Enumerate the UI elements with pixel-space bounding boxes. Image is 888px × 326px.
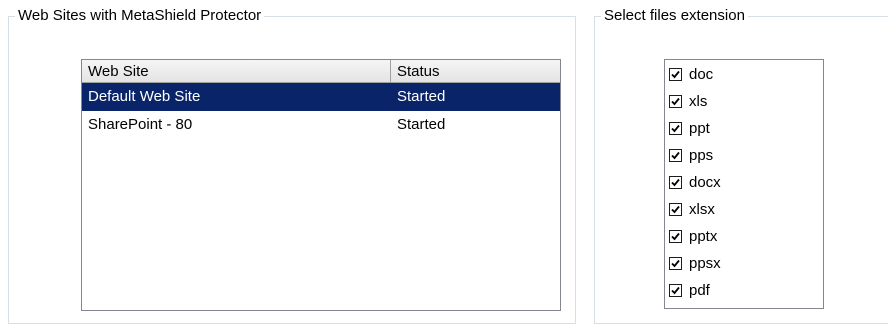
checkbox[interactable]: [669, 68, 682, 81]
checkmark-icon: [671, 259, 680, 268]
extension-item-xlsx[interactable]: xlsx: [665, 196, 823, 223]
extension-label: xls: [689, 93, 708, 110]
extension-label: pptx: [689, 228, 718, 245]
extension-item-pps[interactable]: pps: [665, 142, 823, 169]
web-sites-list[interactable]: Web Site Status Default Web Site Started…: [81, 59, 561, 311]
checkmark-icon: [671, 97, 680, 106]
web-sites-list-header: Web Site Status: [82, 60, 560, 83]
extension-label: xlsx: [689, 201, 715, 218]
extension-item-doc[interactable]: doc: [665, 61, 823, 88]
checkmark-icon: [671, 232, 680, 241]
table-row[interactable]: SharePoint - 80 Started: [82, 111, 560, 139]
extension-label: docx: [689, 174, 721, 191]
checkmark-icon: [671, 205, 680, 214]
web-sites-group-title: Web Sites with MetaShield Protector: [15, 7, 265, 25]
status-cell: Started: [397, 88, 446, 105]
extension-item-ppsx[interactable]: ppsx: [665, 250, 823, 277]
web-site-cell: Default Web Site: [88, 88, 201, 105]
extension-item-ppt[interactable]: ppt: [665, 115, 823, 142]
extension-label: doc: [689, 66, 714, 83]
column-header-status[interactable]: Status: [391, 60, 551, 82]
extension-item-pdf[interactable]: pdf: [665, 277, 823, 304]
checkmark-icon: [671, 70, 680, 79]
extension-label: pps: [689, 147, 714, 164]
checkmark-icon: [671, 124, 680, 133]
checkbox[interactable]: [669, 230, 682, 243]
checkmark-icon: [671, 286, 680, 295]
extension-item-docx[interactable]: docx: [665, 169, 823, 196]
extension-label: ppsx: [689, 255, 721, 272]
checkbox[interactable]: [669, 203, 682, 216]
checkmark-icon: [671, 178, 680, 187]
extension-item-pptx[interactable]: pptx: [665, 223, 823, 250]
checkbox[interactable]: [669, 122, 682, 135]
checkbox[interactable]: [669, 257, 682, 270]
extension-label: ppt: [689, 120, 710, 137]
file-extensions-group-title: Select files extension: [601, 7, 748, 25]
extension-label: pdf: [689, 282, 710, 299]
column-header-web-site[interactable]: Web Site: [82, 60, 391, 82]
checkbox[interactable]: [669, 149, 682, 162]
file-extensions-checklist: doc xls ppt pps docx xlsx pptx ppsx pdf: [664, 59, 824, 309]
checkbox[interactable]: [669, 284, 682, 297]
extension-item-xls[interactable]: xls: [665, 88, 823, 115]
web-site-cell: SharePoint - 80: [88, 116, 193, 133]
status-cell: Started: [397, 116, 446, 133]
checkbox[interactable]: [669, 176, 682, 189]
checkbox[interactable]: [669, 95, 682, 108]
table-row[interactable]: Default Web Site Started: [82, 83, 560, 111]
file-extensions-groupbox: Select files extension doc xls ppt pps d…: [594, 7, 888, 324]
checkmark-icon: [671, 151, 680, 160]
web-sites-groupbox: Web Sites with MetaShield Protector Web …: [8, 7, 576, 324]
